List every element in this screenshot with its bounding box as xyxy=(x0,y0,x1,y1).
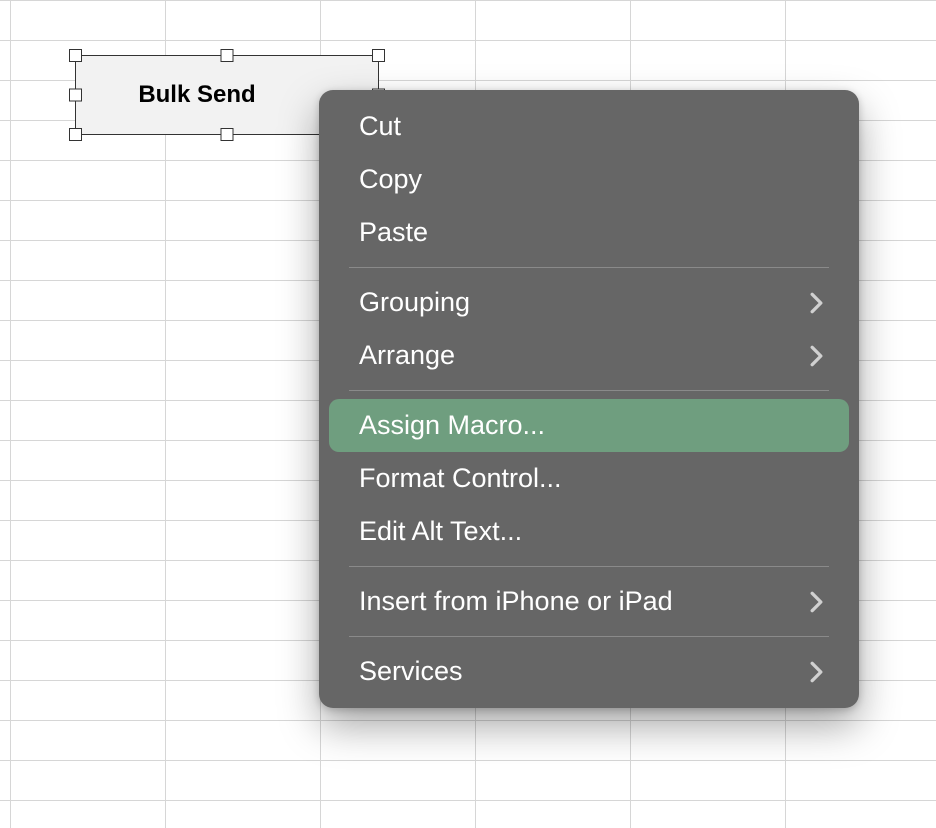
menu-item-copy[interactable]: Copy xyxy=(329,153,849,206)
menu-item-label: Arrange xyxy=(359,340,455,371)
menu-item-label: Insert from iPhone or iPad xyxy=(359,586,673,617)
selection-handle-top-middle[interactable] xyxy=(221,49,234,62)
menu-item-label: Paste xyxy=(359,217,428,248)
menu-item-label: Copy xyxy=(359,164,422,195)
menu-item-edit-alt-text[interactable]: Edit Alt Text... xyxy=(329,505,849,558)
chevron-right-icon xyxy=(810,345,823,367)
chevron-right-icon xyxy=(810,661,823,683)
menu-item-label: Edit Alt Text... xyxy=(359,516,522,547)
form-button-label: Bulk Send xyxy=(138,81,255,109)
menu-item-paste[interactable]: Paste xyxy=(329,206,849,259)
menu-item-label: Services xyxy=(359,656,463,687)
selection-handle-top-left[interactable] xyxy=(69,49,82,62)
menu-item-format-control[interactable]: Format Control... xyxy=(329,452,849,505)
grid-line xyxy=(0,800,936,801)
grid-line xyxy=(0,720,936,721)
menu-separator xyxy=(349,636,829,637)
menu-item-services[interactable]: Services xyxy=(329,645,849,698)
menu-item-label: Grouping xyxy=(359,287,470,318)
chevron-right-icon xyxy=(810,292,823,314)
menu-item-label: Assign Macro... xyxy=(359,410,545,441)
menu-item-grouping[interactable]: Grouping xyxy=(329,276,849,329)
grid-line xyxy=(0,760,936,761)
context-menu: Cut Copy Paste Grouping Arrange Assign M… xyxy=(319,90,859,708)
menu-item-label: Format Control... xyxy=(359,463,562,494)
grid-line xyxy=(0,40,936,41)
selection-handle-top-right[interactable] xyxy=(372,49,385,62)
menu-item-arrange[interactable]: Arrange xyxy=(329,329,849,382)
chevron-right-icon xyxy=(810,591,823,613)
selection-handle-middle-left[interactable] xyxy=(69,89,82,102)
menu-separator xyxy=(349,267,829,268)
grid-line xyxy=(10,0,11,828)
menu-separator xyxy=(349,566,829,567)
menu-item-insert-from-iphone[interactable]: Insert from iPhone or iPad xyxy=(329,575,849,628)
menu-item-cut[interactable]: Cut xyxy=(329,100,849,153)
grid-line xyxy=(0,0,936,1)
selection-handle-bottom-middle[interactable] xyxy=(221,128,234,141)
selection-handle-bottom-left[interactable] xyxy=(69,128,82,141)
menu-separator xyxy=(349,390,829,391)
menu-item-assign-macro[interactable]: Assign Macro... xyxy=(329,399,849,452)
menu-item-label: Cut xyxy=(359,111,401,142)
